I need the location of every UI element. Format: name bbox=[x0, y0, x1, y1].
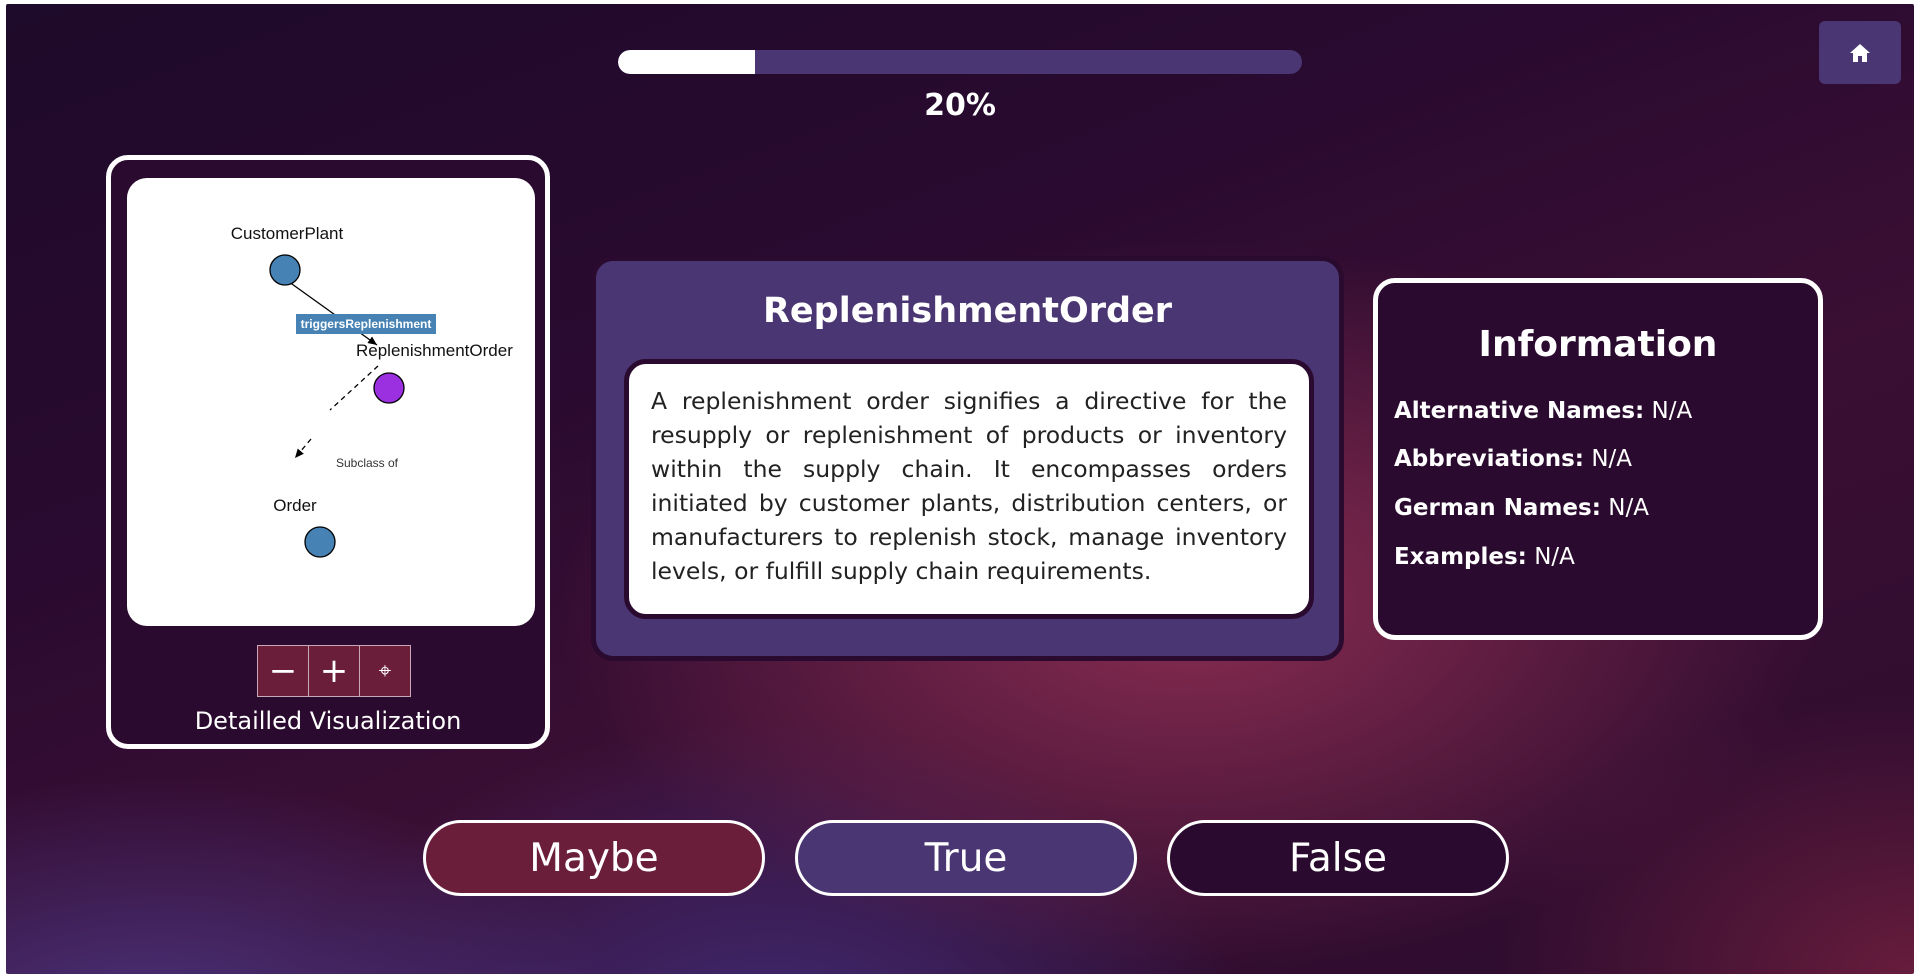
minus-icon: − bbox=[268, 651, 298, 691]
concept-title: ReplenishmentOrder bbox=[762, 291, 1173, 331]
plus-icon: + bbox=[319, 651, 349, 691]
info-row-abbreviations: Abbreviations: N/A bbox=[1394, 446, 1632, 472]
zoom-out-button[interactable]: − bbox=[257, 645, 309, 697]
info-value: N/A bbox=[1608, 495, 1649, 521]
zoom-in-button[interactable]: + bbox=[308, 645, 360, 697]
graph-svg: triggersReplenishment Subclass of Custom… bbox=[231, 224, 513, 558]
graph-canvas[interactable]: triggersReplenishment Subclass of Custom… bbox=[127, 178, 535, 626]
info-label: Abbreviations: bbox=[1394, 446, 1585, 472]
concept-description: A replenishment order signifies a direct… bbox=[624, 359, 1314, 619]
home-button[interactable] bbox=[1819, 21, 1901, 84]
info-value: N/A bbox=[1591, 446, 1633, 472]
info-label: Examples: bbox=[1394, 544, 1527, 570]
info-row-alternative-names: Alternative Names: N/A bbox=[1394, 398, 1692, 424]
node-label-replenishmentorder: ReplenishmentOrder bbox=[356, 341, 513, 360]
node-label-order: Order bbox=[273, 496, 317, 515]
progress-bar-fill bbox=[618, 50, 755, 74]
graph-edge-subclass-of bbox=[329, 365, 379, 411]
crosshair-icon: ⌖ bbox=[378, 658, 392, 684]
edge-label-triggers-replenishment: triggersReplenishment bbox=[301, 317, 432, 331]
false-button[interactable]: False bbox=[1167, 820, 1509, 896]
information-panel: Information Alternative Names: N/A Abbre… bbox=[1373, 278, 1823, 640]
info-label: German Names: bbox=[1394, 495, 1601, 521]
maybe-button[interactable]: Maybe bbox=[423, 820, 765, 896]
information-title: Information bbox=[1478, 324, 1718, 365]
true-button[interactable]: True bbox=[795, 820, 1137, 896]
edge-label-subclass-of: Subclass of bbox=[336, 456, 399, 470]
info-value: N/A bbox=[1534, 544, 1575, 570]
concept-panel: ReplenishmentOrder A replenishment order… bbox=[591, 256, 1344, 661]
graph-edge-subclass-of-tail bbox=[294, 438, 312, 459]
info-row-examples: Examples: N/A bbox=[1394, 544, 1575, 570]
progress-percentage: 20% bbox=[924, 88, 996, 123]
graph-edge-triggers-replenishment bbox=[284, 278, 378, 346]
zoom-controls: − + ⌖ bbox=[257, 645, 411, 697]
graph-node-order[interactable] bbox=[304, 526, 336, 558]
visualization-label: Detailled Visualization bbox=[194, 707, 462, 735]
info-row-german-names: German Names: N/A bbox=[1394, 495, 1649, 521]
recenter-button[interactable]: ⌖ bbox=[359, 645, 411, 697]
graph-node-replenishmentorder[interactable] bbox=[373, 372, 405, 404]
node-label-customerplant: CustomerPlant bbox=[231, 224, 344, 243]
graph-node-customerplant[interactable] bbox=[269, 254, 301, 286]
app-background: 20% triggersReplenishment Subclass of Cu… bbox=[6, 4, 1914, 974]
visualization-panel: triggersReplenishment Subclass of Custom… bbox=[106, 155, 550, 749]
progress-bar bbox=[618, 50, 1302, 74]
home-icon bbox=[1850, 43, 1870, 62]
info-value: N/A bbox=[1651, 398, 1693, 424]
info-label: Alternative Names: bbox=[1394, 398, 1645, 424]
